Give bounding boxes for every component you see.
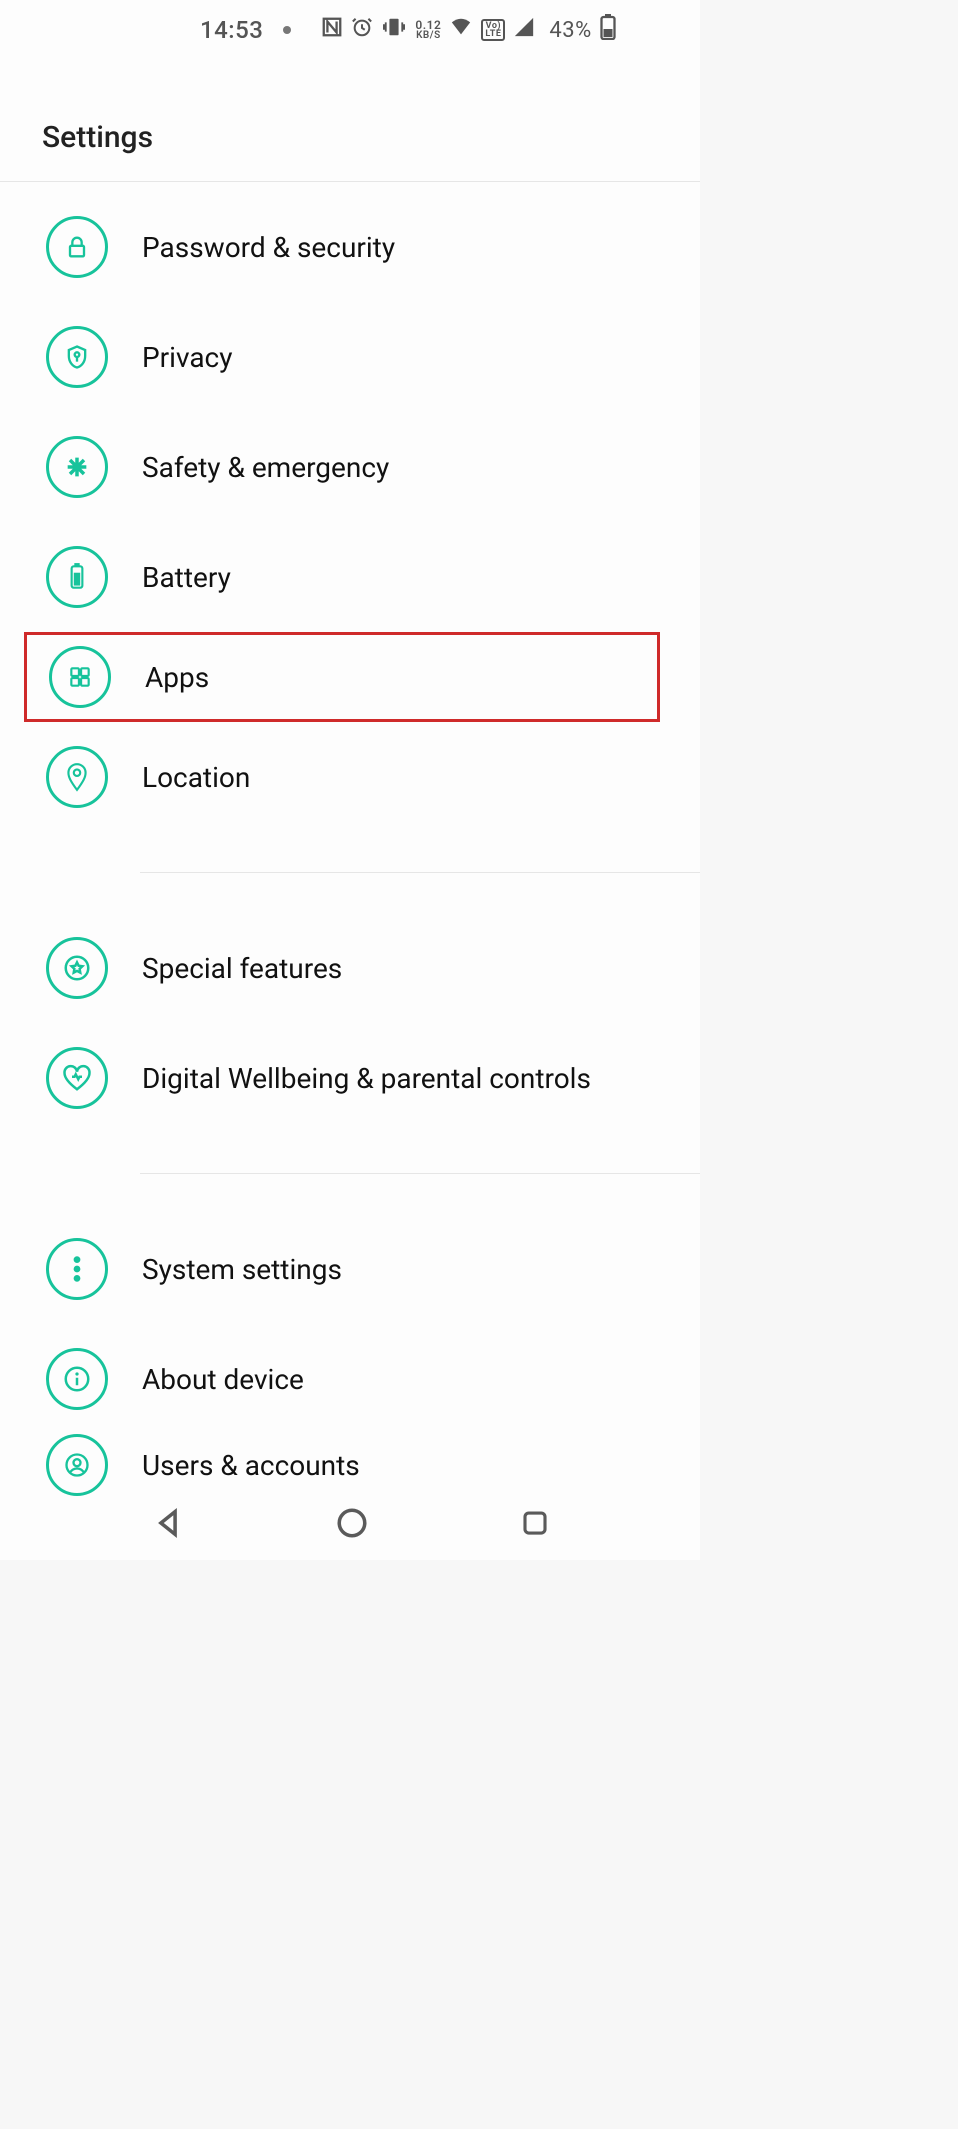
person-icon [46, 1434, 108, 1496]
battery-icon [600, 14, 616, 46]
row-label: Safety & emergency [142, 451, 389, 484]
row-safety-emergency[interactable]: Safety & emergency [0, 412, 700, 522]
nav-home-button[interactable] [335, 1506, 369, 1544]
page-title: Settings [42, 120, 700, 155]
page-header: Settings [0, 60, 700, 181]
apps-grid-icon [49, 646, 111, 708]
vibrate-icon [381, 16, 407, 44]
row-apps[interactable]: Apps [24, 632, 660, 722]
settings-list: Password & security Privacy Safety & eme… [0, 182, 700, 1496]
row-digital-wellbeing[interactable]: Digital Wellbeing & parental controls [0, 1023, 700, 1133]
signal-icon [513, 16, 535, 44]
dots-vertical-icon [46, 1238, 108, 1300]
phone-frame: 14:53 0.12 KB/S Vo) LTE [0, 0, 700, 1560]
shield-key-icon [46, 326, 108, 388]
asterisk-icon [46, 436, 108, 498]
row-label: System settings [142, 1253, 342, 1286]
star-circle-icon [46, 937, 108, 999]
status-bar: 14:53 0.12 KB/S Vo) LTE [0, 0, 700, 60]
row-label: Users & accounts [142, 1449, 360, 1482]
system-navbar [0, 1490, 700, 1560]
lock-icon [46, 216, 108, 278]
row-about-device[interactable]: About device [0, 1324, 700, 1434]
row-label: Apps [145, 661, 209, 694]
volte-bot: LTE [485, 30, 501, 38]
status-time: 14:53 [200, 16, 263, 44]
row-privacy[interactable]: Privacy [0, 302, 700, 412]
row-label: Password & security [142, 231, 395, 264]
status-icons: 0.12 KB/S Vo) LTE 43% [321, 14, 615, 46]
battery-percent: 43% [549, 18, 591, 43]
row-label: Battery [142, 561, 231, 594]
row-special-features[interactable]: Special features [0, 913, 700, 1023]
data-rate-unit: KB/S [415, 31, 441, 40]
info-icon [46, 1348, 108, 1410]
row-label: Location [142, 761, 250, 794]
row-system-settings[interactable]: System settings [0, 1214, 700, 1324]
nav-recents-button[interactable] [520, 1508, 550, 1542]
data-rate-icon: 0.12 KB/S [415, 20, 441, 40]
battery-icon [46, 546, 108, 608]
row-label: About device [142, 1363, 304, 1396]
volte-icon: Vo) LTE [481, 19, 505, 41]
location-pin-icon [46, 746, 108, 808]
status-dot-icon [283, 26, 291, 34]
row-password-security[interactable]: Password & security [0, 192, 700, 302]
row-battery[interactable]: Battery [0, 522, 700, 632]
nav-back-button[interactable] [151, 1506, 185, 1544]
wifi-icon [449, 16, 473, 44]
row-label: Privacy [142, 341, 232, 374]
heart-icon [46, 1047, 108, 1109]
row-users-accounts[interactable]: Users & accounts [0, 1434, 700, 1496]
nfc-icon [321, 16, 343, 44]
row-location[interactable]: Location [0, 722, 700, 832]
row-label: Digital Wellbeing & parental controls [142, 1062, 591, 1095]
alarm-icon [351, 16, 373, 44]
row-label: Special features [142, 952, 342, 985]
